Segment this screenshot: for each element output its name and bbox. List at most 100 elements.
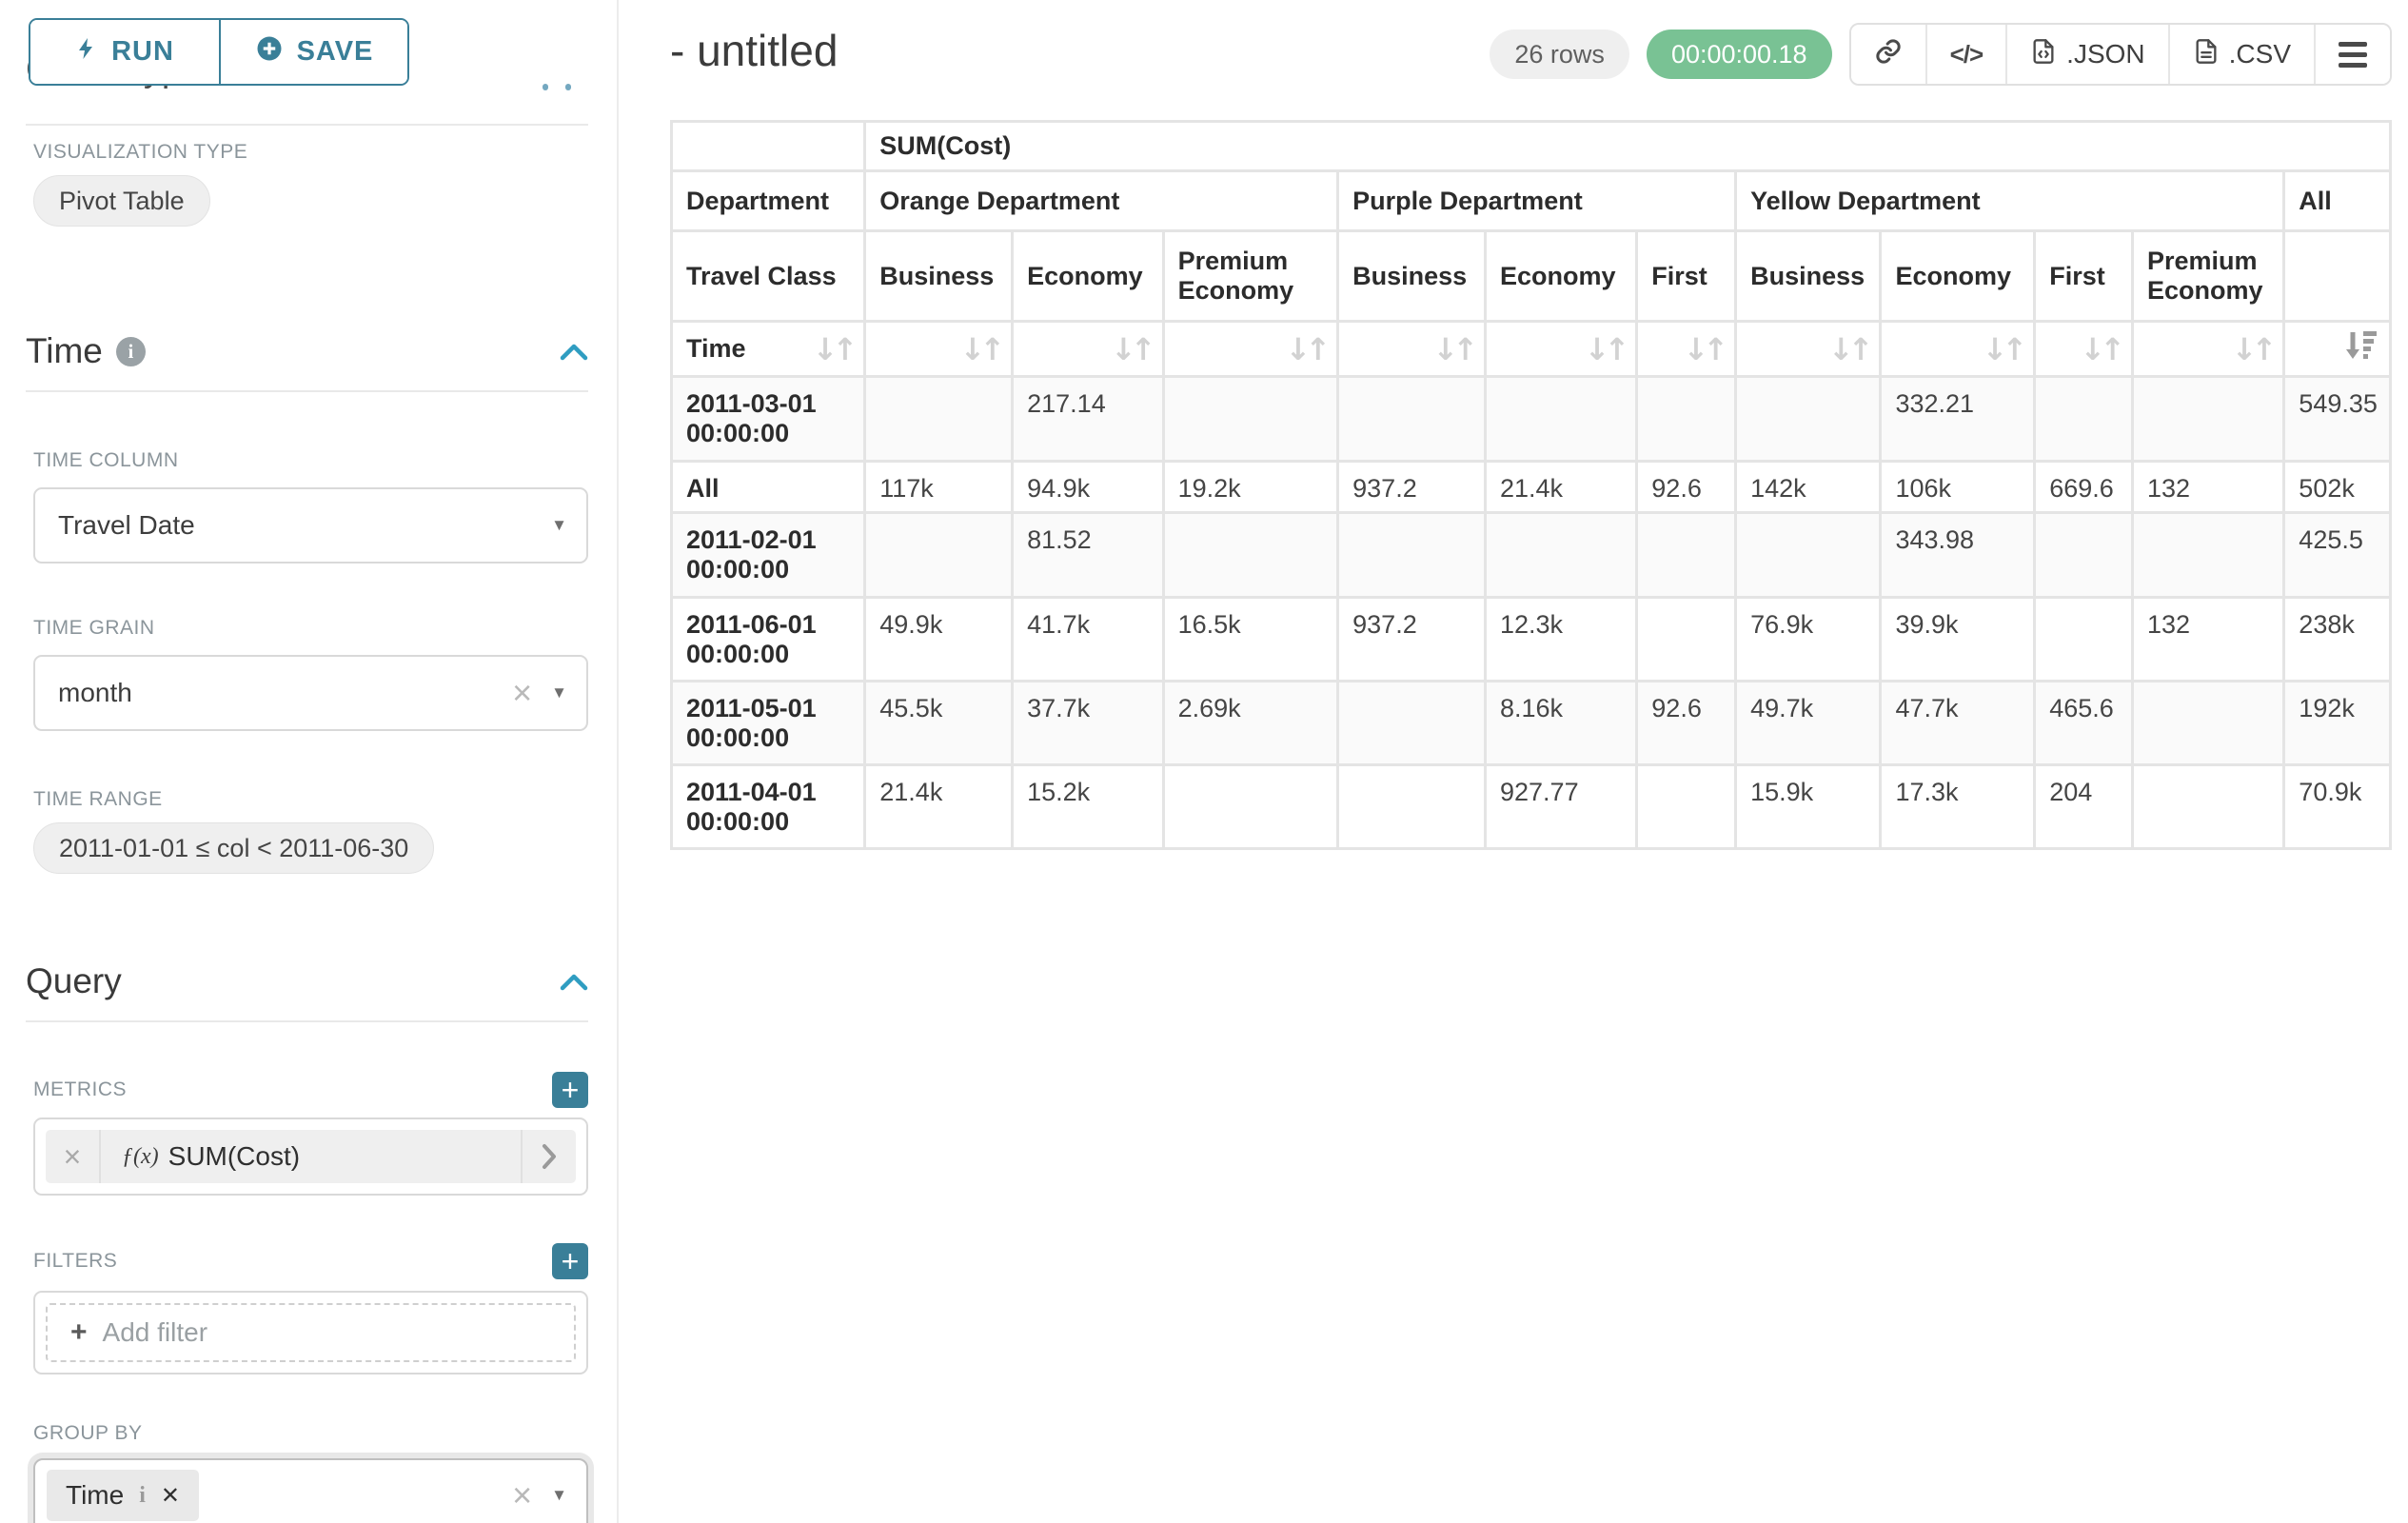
time-grain-select[interactable]: month × ▼: [33, 655, 588, 731]
value-cell: 12.3k: [1486, 598, 1637, 682]
explore-view: Chart Type RUN SAVE VISUALIZATION TYPE: [0, 0, 2408, 1523]
value-cell: 217.14: [1013, 377, 1163, 462]
export-csv-button[interactable]: .CSV: [2168, 25, 2314, 84]
visualization-type-value[interactable]: Pivot Table: [33, 175, 210, 227]
value-cell: 117k: [865, 462, 1013, 513]
value-cell: 8.16k: [1486, 682, 1637, 765]
info-icon[interactable]: i: [139, 1483, 146, 1509]
value-cell: 39.9k: [1881, 598, 2035, 682]
chevron-down-icon[interactable]: ▼: [551, 683, 567, 702]
sidebar-header: Chart Type RUN SAVE: [33, 0, 588, 124]
chart-header: - untitled 26 rows 00:00:00.18 </>: [670, 0, 2392, 86]
value-cell: 37.7k: [1013, 682, 1163, 765]
value-cell: 76.9k: [1736, 598, 1881, 682]
sort-column-cell[interactable]: ↓↑: [1163, 322, 1338, 377]
value-cell: 70.9k: [2284, 765, 2391, 849]
add-filter-plus-button[interactable]: +: [552, 1243, 588, 1279]
sort-icon[interactable]: ↓↑: [1683, 334, 1723, 365]
sort-column-cell[interactable]: ↓↑: [1486, 322, 1637, 377]
metric-chip[interactable]: × ƒ(x) SUM(Cost): [46, 1130, 576, 1183]
chevron-right-icon[interactable]: [521, 1130, 576, 1183]
sort-column-cell[interactable]: ↓↑: [2133, 322, 2284, 377]
row-time-header: 2011-05-01 00:00:00: [672, 682, 865, 765]
metrics-label: METRICS: [33, 1078, 127, 1101]
metrics-field: × ƒ(x) SUM(Cost): [33, 1118, 588, 1196]
value-cell: 92.6: [1637, 462, 1736, 513]
sort-column-cell[interactable]: ↓↑: [1013, 322, 1163, 377]
sort-icon[interactable]: ↓↑: [1286, 334, 1326, 365]
value-cell: [1338, 377, 1486, 462]
value-cell: 238k: [2284, 598, 2391, 682]
sort-icon[interactable]: ↓↑: [1828, 334, 1868, 365]
menu-button[interactable]: [2314, 25, 2390, 84]
table-row: 2011-02-01 00:00:0081.52343.98425.5: [672, 513, 2391, 598]
time-section-title: Time: [26, 331, 103, 371]
remove-chip-icon[interactable]: ✕: [161, 1482, 180, 1510]
sort-icon[interactable]: ↓↑: [960, 334, 1000, 365]
value-cell: 19.2k: [1163, 462, 1338, 513]
save-button[interactable]: SAVE: [219, 20, 407, 84]
sort-icon[interactable]: ↓↑: [1983, 334, 2023, 365]
department-group-header: Purple Department: [1338, 171, 1736, 231]
group-by-select[interactable]: Timei ✕ × ▼: [33, 1458, 588, 1523]
value-cell: [2035, 598, 2133, 682]
value-cell: 17.3k: [1881, 765, 2035, 849]
chip-label: Time: [66, 1480, 124, 1511]
sort-column-cell[interactable]: ↓↑: [2035, 322, 2133, 377]
plus-icon: +: [70, 1316, 88, 1349]
add-filter-button[interactable]: + Add filter: [46, 1303, 576, 1362]
time-column-select[interactable]: Travel Date ▼: [33, 487, 588, 564]
chevron-up-icon[interactable]: [560, 343, 588, 361]
info-icon[interactable]: i: [116, 337, 146, 366]
sort-column-cell[interactable]: [2284, 322, 2391, 377]
run-save-button-group: RUN SAVE: [29, 18, 409, 86]
travel-class-header: Economy: [1486, 231, 1637, 322]
sort-icon[interactable]: ↓↑: [2232, 334, 2272, 365]
time-column-label: TIME COLUMN: [33, 449, 588, 472]
value-cell: 937.2: [1338, 598, 1486, 682]
row-time-header: 2011-02-01 00:00:00: [672, 513, 865, 598]
sort-icon[interactable]: ↓↑: [1585, 334, 1625, 365]
json-file-icon: [2030, 38, 2057, 71]
value-cell: [1486, 513, 1637, 598]
sort-column-cell[interactable]: ↓↑: [1637, 322, 1736, 377]
sort-icon[interactable]: ↓↑: [2080, 334, 2120, 365]
time-axis-label[interactable]: Time↓↑: [672, 322, 865, 377]
share-link-button[interactable]: [1851, 25, 1925, 84]
chevron-down-icon[interactable]: ▼: [551, 1486, 567, 1505]
view-query-button[interactable]: </>: [1925, 25, 2006, 84]
export-button-group: </> .JSON .CSV: [1849, 23, 2392, 86]
sort-column-cell[interactable]: ↓↑: [1338, 322, 1486, 377]
value-cell: [1637, 513, 1736, 598]
travel-class-header: [2284, 231, 2391, 322]
sort-icon[interactable]: ↓↑: [1111, 334, 1151, 365]
value-cell: [1736, 377, 1881, 462]
add-metric-button[interactable]: +: [552, 1072, 588, 1108]
row-time-header: 2011-03-01 00:00:00: [672, 377, 865, 462]
travel-class-header: Premium Economy: [1163, 231, 1338, 322]
value-cell: [1163, 513, 1338, 598]
selected-value-chip[interactable]: Timei ✕: [47, 1470, 199, 1521]
sort-column-cell[interactable]: ↓↑: [865, 322, 1013, 377]
sort-icon[interactable]: ↓↑: [1432, 334, 1472, 365]
remove-metric-icon[interactable]: ×: [46, 1130, 101, 1183]
table-row: 2011-06-01 00:00:0049.9k41.7k16.5k937.21…: [672, 598, 2391, 682]
run-button[interactable]: RUN: [30, 20, 219, 84]
sort-descending-icon[interactable]: [2343, 330, 2378, 367]
value-cell: [1338, 513, 1486, 598]
sort-column-cell[interactable]: ↓↑: [1736, 322, 1881, 377]
time-range-value[interactable]: 2011-01-01 ≤ col < 2011-06-30: [33, 822, 434, 874]
value-cell: 15.2k: [1013, 765, 1163, 849]
clear-icon[interactable]: ×: [512, 676, 532, 710]
chevron-up-icon[interactable]: [560, 973, 588, 991]
value-cell: [1486, 377, 1637, 462]
chart-title[interactable]: - untitled: [670, 25, 838, 76]
department-group-header: Orange Department: [865, 171, 1338, 231]
export-json-button[interactable]: .JSON: [2005, 25, 2167, 84]
value-cell: 2.69k: [1163, 682, 1338, 765]
chevron-down-icon[interactable]: ▼: [551, 516, 567, 535]
sort-column-cell[interactable]: ↓↑: [1881, 322, 2035, 377]
value-cell: 81.52: [1013, 513, 1163, 598]
sort-icon[interactable]: ↓↑: [813, 334, 853, 365]
clear-icon[interactable]: ×: [512, 1478, 532, 1513]
